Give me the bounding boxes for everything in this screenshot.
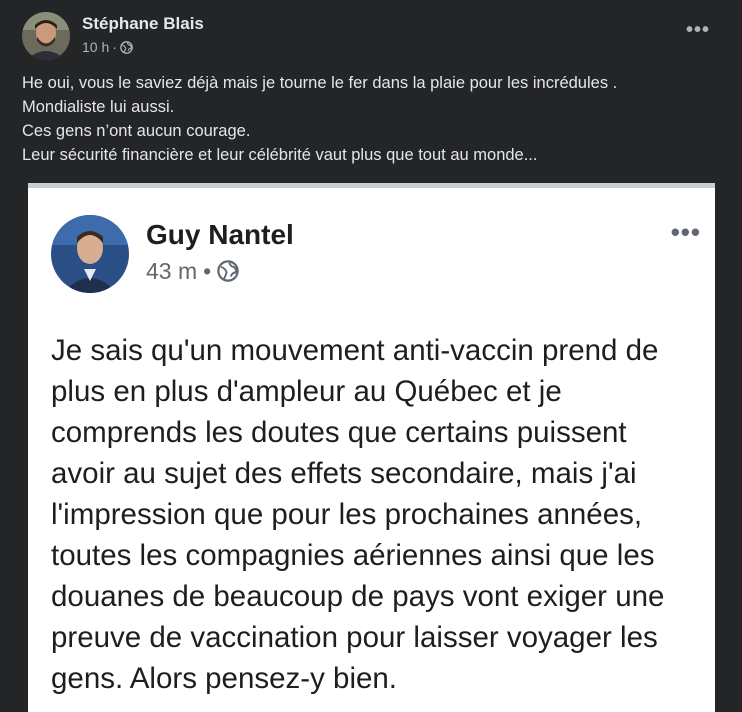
shared-post-time: 43 m — [146, 258, 198, 284]
facebook-post: Stéphane Blais 10 h · ••• He oui, vous l… — [0, 0, 742, 712]
post-header: Stéphane Blais 10 h · — [22, 12, 204, 60]
globe-icon[interactable] — [120, 40, 133, 54]
shared-post-options-icon: ••• — [670, 217, 701, 247]
shared-text-line: Je sais qu'un mouvement anti-vaccin pren… — [51, 334, 659, 367]
post-text-line: Mondialiste lui aussi. — [22, 98, 175, 116]
post-text-line: Ces gens n’ont aucun courage. — [22, 122, 251, 140]
author-avatar[interactable] — [22, 12, 70, 60]
globe-icon — [217, 260, 239, 282]
separator-dot: · — [112, 39, 117, 55]
shared-post-subline: 43 m • — [146, 258, 294, 284]
shared-text-line: plus en plus d'ampleur au Québec et je — [51, 375, 562, 408]
shared-post-text: Je sais qu'un mouvement anti-vaccin pren… — [51, 330, 711, 699]
shared-post-meta: Guy Nantel 43 m • — [146, 215, 294, 284]
shared-text-line: preuve de vaccination pour laisser voyag… — [51, 621, 658, 654]
post-meta: Stéphane Blais 10 h · — [82, 12, 204, 55]
shared-author-avatar — [51, 215, 129, 293]
shared-text-line: douanes de beaucoup de pays vont exiger … — [51, 580, 665, 613]
shared-author-name: Guy Nantel — [146, 219, 294, 250]
post-text: He oui, vous le saviez déjà mais je tour… — [22, 71, 722, 167]
post-text-line: He oui, vous le saviez déjà mais je tour… — [22, 74, 618, 92]
separator-dot: • — [203, 258, 212, 284]
shared-text-line: comprends les doutes que certains puisse… — [51, 416, 627, 449]
shared-screenshot-image[interactable]: Guy Nantel 43 m • ••• Je sais qu'un mouv… — [28, 183, 715, 712]
post-subline: 10 h · — [82, 39, 204, 55]
post-text-line: Leur sécurité financière et leur célébri… — [22, 146, 538, 164]
shared-text-line: l'impression que pour les prochaines ann… — [51, 498, 643, 531]
shared-text-line: gens. Alors pensez-y bien. — [51, 662, 398, 695]
author-name[interactable]: Stéphane Blais — [82, 14, 204, 34]
post-time[interactable]: 10 h — [82, 39, 109, 55]
post-options-button[interactable]: ••• — [686, 20, 710, 40]
shared-post-header: Guy Nantel 43 m • — [51, 215, 294, 293]
shared-text-line: avoir au sujet des effets secondaire, ma… — [51, 457, 637, 490]
shared-text-line: toutes les compagnies aériennes ainsi qu… — [51, 539, 655, 572]
